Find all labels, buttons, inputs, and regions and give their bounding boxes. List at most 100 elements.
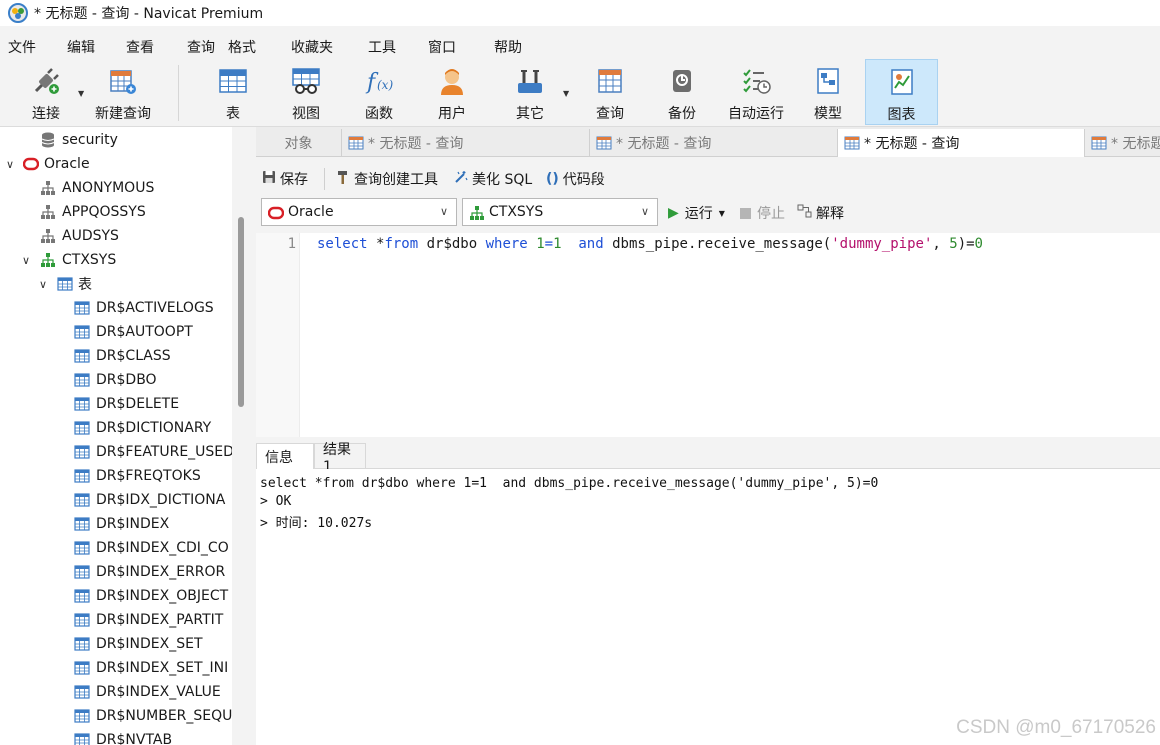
tree-item-audsys[interactable]: AUDSYS (0, 224, 232, 248)
connection-select[interactable]: Oracle ∨ (261, 198, 457, 226)
table-row[interactable]: DR$INDEX_PARTIT (0, 608, 232, 632)
user-button[interactable]: 用户 (428, 59, 476, 125)
sidebar-splitter[interactable] (232, 127, 256, 745)
line-number-gutter: 1 (256, 233, 300, 437)
table-icon (74, 636, 90, 652)
table-row[interactable]: DR$FREQTOKS (0, 464, 232, 488)
query-builder-label: 查询创建工具 (354, 172, 438, 188)
table-row[interactable]: DR$DBO (0, 368, 232, 392)
table-name: DR$INDEX_SET (96, 636, 203, 652)
table-row[interactable]: DR$DICTIONARY (0, 416, 232, 440)
model-button[interactable]: 模型 (804, 59, 852, 125)
menu-view[interactable]: 查看 (126, 37, 154, 57)
menu-query[interactable]: 查询 (187, 37, 215, 57)
run-dropdown-icon[interactable]: ▼ (719, 209, 725, 218)
new-query-button[interactable]: 新建查询 (90, 59, 156, 125)
schema-select[interactable]: CTXSYS ∨ (462, 198, 658, 226)
other-button[interactable]: 其它 (506, 59, 554, 125)
table-name: DR$DBO (96, 372, 157, 388)
tab-query-1[interactable]: * 无标题 - 查询 (342, 129, 590, 157)
tab-result-1[interactable]: 结果 1 (314, 442, 366, 475)
table-row[interactable]: DR$INDEX_SET_INI (0, 656, 232, 680)
menu-file[interactable]: 文件 (8, 37, 36, 57)
query-builder-button[interactable]: 查询创建工具 (336, 169, 438, 189)
auto-run-button[interactable]: 自动运行 (724, 59, 788, 125)
table-row[interactable]: DR$CLASS (0, 344, 232, 368)
stop-label: 停止 (757, 206, 785, 222)
menu-window[interactable]: 窗口 (428, 37, 456, 57)
menu-help[interactable]: 帮助 (494, 37, 522, 57)
chart-icon (886, 66, 918, 98)
tree-item-ctxsys[interactable]: ∨ CTXSYS (0, 248, 232, 272)
tab-query-2[interactable]: * 无标题 - 查询 (590, 129, 838, 157)
tab-label: * 无标题 (1111, 136, 1160, 152)
stop-button[interactable]: 停止 (740, 203, 785, 223)
other-dropdown-icon[interactable]: ▼ (563, 89, 569, 98)
menu-tools[interactable]: 工具 (368, 37, 396, 57)
table-row[interactable]: DR$INDEX (0, 512, 232, 536)
sidebar-scrollbar[interactable] (238, 217, 244, 407)
menu-format[interactable]: 格式 (228, 37, 256, 57)
chevron-down-icon: ∨ (640, 205, 649, 218)
explain-button[interactable]: 解释 (797, 203, 844, 223)
menu-edit[interactable]: 编辑 (67, 37, 95, 57)
table-name: DR$ACTIVELOGS (96, 300, 214, 316)
table-row[interactable]: DR$AUTOOPT (0, 320, 232, 344)
tree-item-anonymous[interactable]: ANONYMOUS (0, 176, 232, 200)
beautify-sql-button[interactable]: 美化 SQL (454, 169, 532, 189)
table-row[interactable]: DR$FEATURE_USED (0, 440, 234, 464)
view-button[interactable]: 视图 (282, 59, 330, 125)
table-row[interactable]: DR$INDEX_OBJECT (0, 584, 232, 608)
tree-item-appqossys[interactable]: APPQOSSYS (0, 200, 232, 224)
tree-item-oracle[interactable]: ∨ Oracle (0, 152, 232, 176)
query-tab-icon (348, 136, 364, 150)
tree-item-label: Oracle (44, 156, 90, 172)
tab-query-4[interactable]: * 无标题 (1085, 129, 1160, 157)
watermark-text: CSDN @m0_67170526 (956, 717, 1156, 738)
query-button[interactable]: 查询 (586, 59, 634, 125)
table-row[interactable]: DR$NVTAB (0, 728, 232, 745)
table-row[interactable]: DR$INDEX_CDI_CO (0, 536, 232, 560)
backup-button[interactable]: 备份 (658, 59, 706, 125)
save-button[interactable]: 保存 (262, 169, 308, 189)
connect-dropdown-icon[interactable]: ▼ (78, 89, 84, 98)
menu-favorites[interactable]: 收藏夹 (291, 37, 333, 57)
table-row[interactable]: DR$INDEX_SET (0, 632, 232, 656)
tree-item-tables[interactable]: ∨ 表 (0, 272, 232, 296)
tree-item-security[interactable]: security (0, 128, 232, 152)
table-button[interactable]: 表 (210, 59, 256, 125)
line-number: 1 (287, 236, 296, 252)
sql-code-line[interactable]: select *from dr$dbo where 1=1 and dbms_p… (317, 236, 983, 252)
tab-query-active[interactable]: * 无标题 - 查询 (837, 129, 1085, 157)
other-label: 其它 (516, 106, 544, 122)
table-icon (57, 276, 73, 292)
table-icon (74, 588, 90, 604)
chevron-down-icon: ∨ (439, 205, 448, 218)
table-row[interactable]: DR$ACTIVELOGS (0, 296, 232, 320)
table-row[interactable]: DR$INDEX_VALUE (0, 680, 232, 704)
table-name: DR$IDX_DICTIONA (96, 492, 226, 508)
code-snippet-button[interactable]: () 代码段 (546, 169, 605, 189)
query-toolbar: 保存 查询创建工具 美化 SQL () 代码段 (256, 163, 1160, 195)
chevron-down-icon[interactable]: ∨ (22, 254, 30, 267)
connect-button[interactable]: 连接 (22, 59, 70, 125)
table-row[interactable]: DR$INDEX_ERROR (0, 560, 232, 584)
run-button[interactable]: ▶ 运行 ▼ (668, 203, 725, 223)
run-label: 运行 (684, 206, 713, 222)
chart-button[interactable]: 图表 (865, 59, 938, 125)
function-button[interactable]: f (x) 函数 (355, 59, 403, 125)
chevron-down-icon[interactable]: ∨ (39, 278, 47, 291)
chevron-down-icon[interactable]: ∨ (6, 158, 14, 171)
tab-objects[interactable]: 对象 (256, 129, 342, 157)
table-row[interactable]: DR$IDX_DICTIONA (0, 488, 232, 512)
message-panel[interactable]: select *from dr$dbo where 1=1 and dbms_p… (256, 469, 1160, 745)
sql-keyword: and (578, 236, 604, 252)
tab-label: 信息 (265, 449, 293, 466)
table-row[interactable]: DR$NUMBER_SEQU (0, 704, 232, 728)
table-name: DR$NUMBER_SEQU (96, 708, 233, 724)
table-row[interactable]: DR$DELETE (0, 392, 232, 416)
sql-editor[interactable]: 1 select *from dr$dbo where 1=1 and dbms… (256, 233, 1160, 437)
query-tab-icon (596, 136, 612, 150)
tab-message[interactable]: 信息 (256, 443, 314, 469)
